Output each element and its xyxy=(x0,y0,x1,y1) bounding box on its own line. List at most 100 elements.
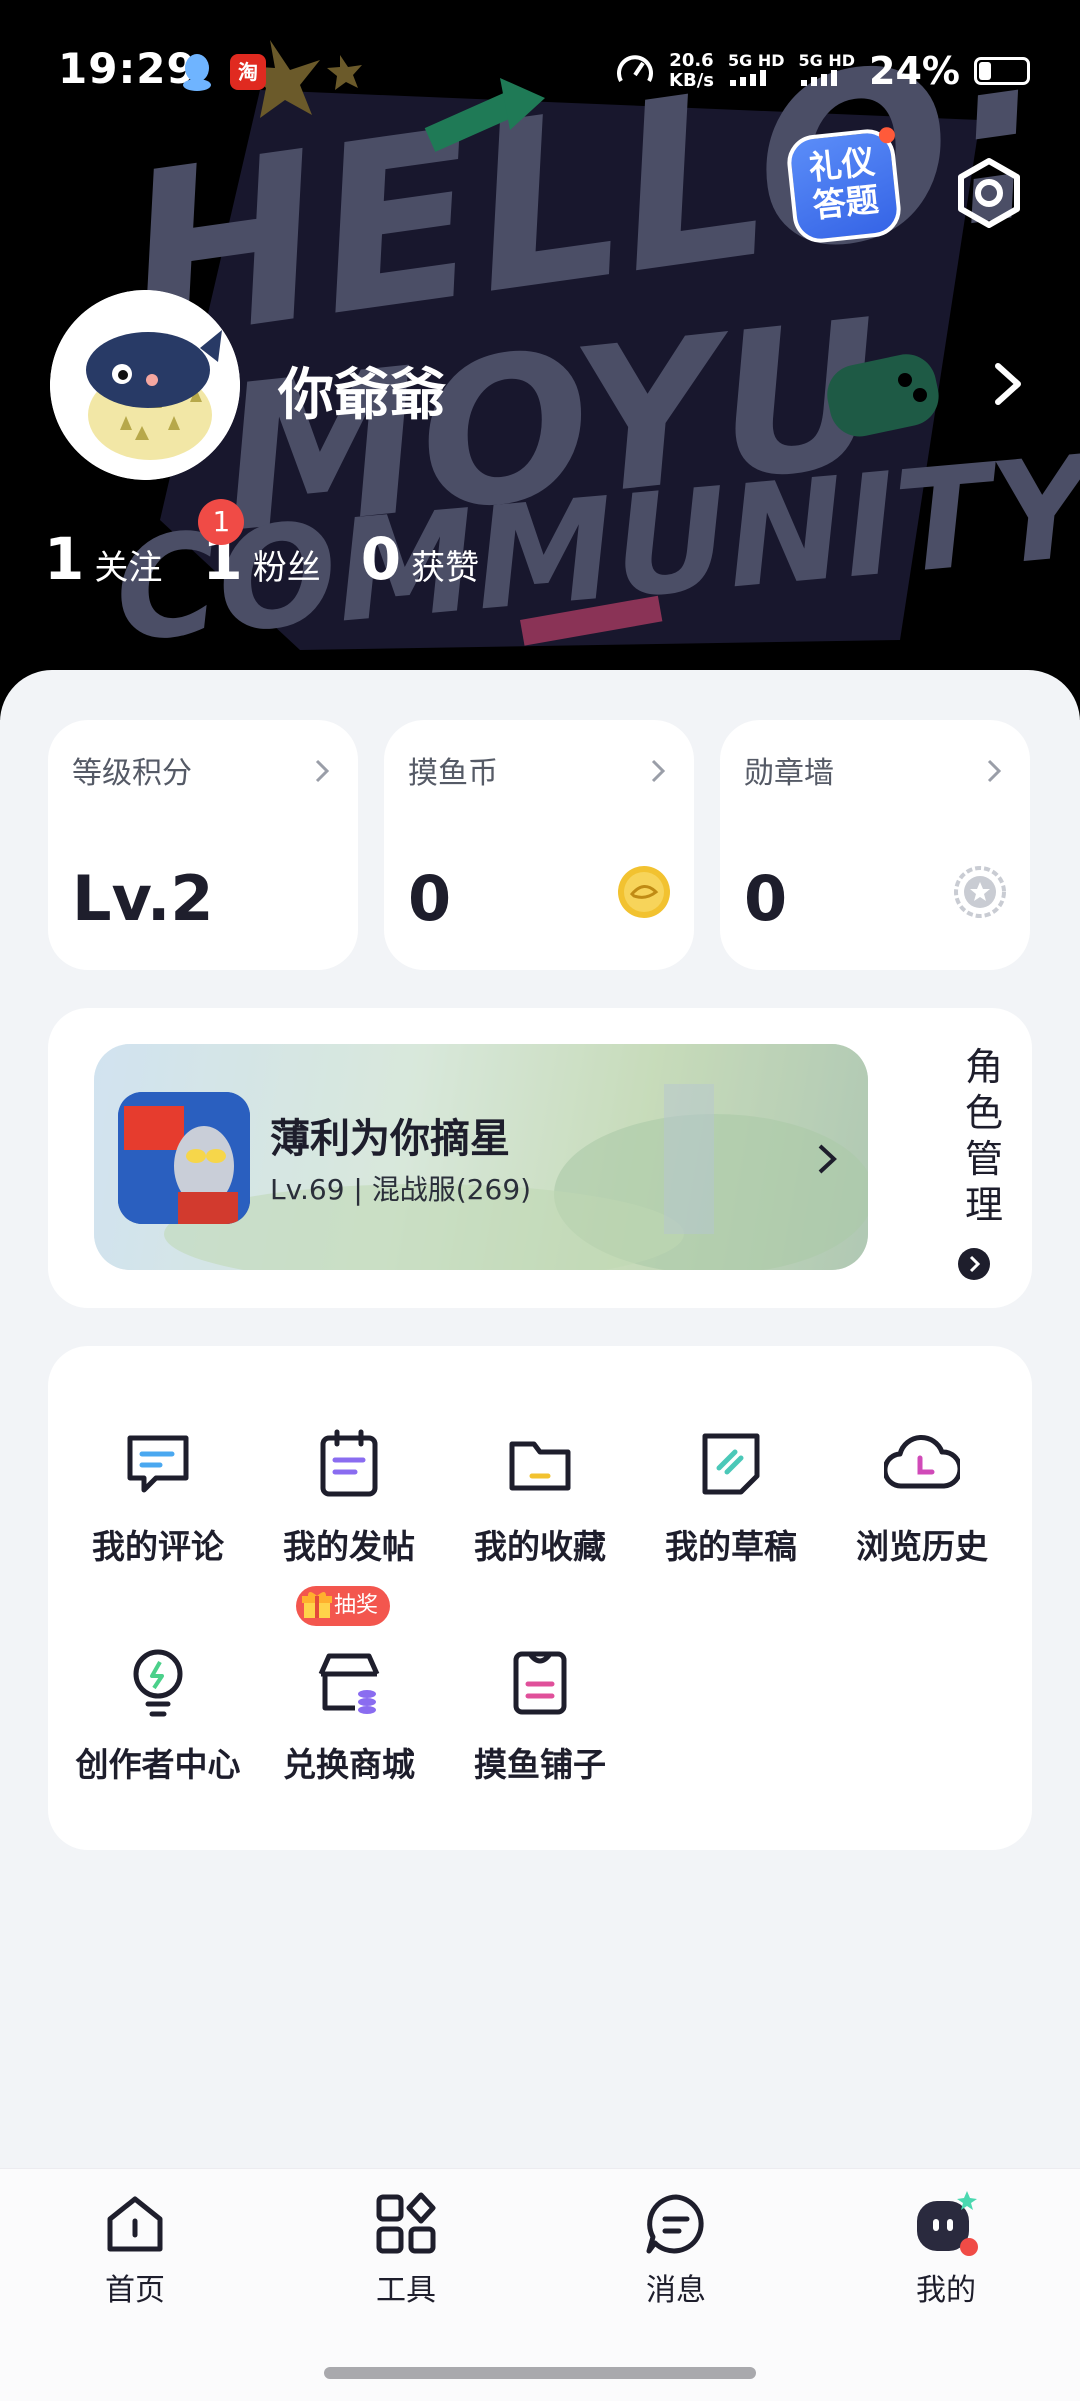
status-right-group: 20.6 KB/s 5G HD 5G HD 24% xyxy=(615,46,1030,96)
menu-label: 创作者中心 xyxy=(75,1745,241,1784)
following-label: 关注 xyxy=(94,548,163,588)
role-manage-button[interactable]: 角 色 管 理 xyxy=(954,1044,1014,1228)
creator-bulb-icon xyxy=(133,1649,183,1717)
role-manage-char: 管 xyxy=(964,1137,1003,1181)
signal-bars-icon xyxy=(730,70,766,86)
medal-wall-value: 0 xyxy=(744,862,788,935)
moyu-coin-value: 0 xyxy=(408,862,452,935)
network-speed-value: 20.6 xyxy=(669,50,714,71)
menu-moyu-shop[interactable]: 摸鱼铺子 xyxy=(450,1644,630,1786)
profile-avatar-icon xyxy=(917,2191,978,2256)
chevron-right-icon[interactable] xyxy=(988,362,1028,406)
profile-stats: 1 关注 1 1 粉丝 0 获赞 xyxy=(44,499,519,595)
nav-mine[interactable]: 我的 xyxy=(876,2191,1016,2309)
menu-my-drafts[interactable]: 我的草稿 xyxy=(641,1426,821,1568)
nav-tools[interactable]: 工具 xyxy=(336,2191,476,2309)
pufferfish-avatar-image xyxy=(50,290,240,480)
battery-percent: 24% xyxy=(869,49,960,93)
settings-icon[interactable] xyxy=(952,156,1026,230)
nav-messages[interactable]: 消息 xyxy=(606,2191,746,2309)
menu-creator-center[interactable]: 创作者中心 xyxy=(68,1644,248,1786)
menu-label: 我的评论 xyxy=(92,1527,224,1566)
network-speed-unit: KB/s xyxy=(669,70,714,91)
following-stat[interactable]: 1 关注 xyxy=(44,525,162,593)
game-role-card: 薄利为你摘星 Lv.69 | 混战服(269) 角 色 管 理 xyxy=(48,1008,1032,1308)
moyu-coin-title: 摸鱼币 xyxy=(408,756,498,791)
following-count: 1 xyxy=(44,525,85,593)
menu-browse-history[interactable]: 浏览历史 xyxy=(832,1426,1012,1568)
level-points-card[interactable]: 等级积分 Lv.2 xyxy=(48,720,358,970)
role-banner[interactable]: 薄利为你摘星 Lv.69 | 混战服(269) xyxy=(94,1044,868,1270)
main-content: 等级积分 Lv.2 摸鱼币 0 勋章墙 0 薄利为你摘星 Lv.69 | 混战服… xyxy=(0,670,1080,2170)
moyu-coin-card[interactable]: 摸鱼币 0 xyxy=(384,720,694,970)
speedometer-icon xyxy=(617,55,653,82)
likes-stat[interactable]: 0 获赞 xyxy=(361,525,479,593)
role-name: 薄利为你摘星 xyxy=(270,1116,510,1162)
comment-icon xyxy=(127,1435,189,1493)
level-value: Lv.2 xyxy=(72,862,214,935)
network-sim2: 5G HD xyxy=(798,51,856,90)
chevron-right-icon xyxy=(315,759,330,783)
menu-label: 摸鱼铺子 xyxy=(474,1745,606,1784)
medal-wall-title: 勋章墙 xyxy=(744,756,834,791)
likes-count: 0 xyxy=(360,525,402,593)
network-sim1: 5G HD xyxy=(728,52,785,90)
status-bar: 19:29 淘 20.6 KB/s 5G HD 5G HD 24% xyxy=(0,0,1080,150)
role-level-server: Lv.69 | 混战服(269) xyxy=(270,1173,532,1206)
role-manage-char: 色 xyxy=(964,1091,1003,1135)
lottery-tag: 抽奖 xyxy=(296,1586,390,1626)
battery-icon xyxy=(974,57,1030,85)
nav-label: 消息 xyxy=(646,2273,706,2308)
avatar[interactable] xyxy=(50,290,240,480)
chevron-right-icon xyxy=(651,759,666,783)
nav-label: 工具 xyxy=(376,2273,436,2308)
menu-label: 我的草稿 xyxy=(665,1527,797,1566)
arrow-circle-icon[interactable] xyxy=(958,1248,990,1280)
menu-my-favorites[interactable]: 我的收藏 xyxy=(450,1426,630,1568)
menu-label: 我的发帖 xyxy=(283,1527,415,1566)
network-sim2-label: 5G HD xyxy=(798,51,856,70)
coin-icon xyxy=(618,866,670,918)
signal-bars-icon xyxy=(800,70,837,86)
profile-header: HELLO: MOYU COMMUNITY 19:29 淘 20.6 KB/s xyxy=(0,0,1080,720)
draft-icon xyxy=(702,1433,760,1495)
level-points-title: 等级积分 xyxy=(72,756,192,791)
menu-label: 我的收藏 xyxy=(474,1527,606,1566)
nav-home[interactable]: 首页 xyxy=(65,2191,205,2309)
chevron-right-icon xyxy=(987,759,1002,783)
tools-icon xyxy=(376,2192,436,2254)
feature-menu-card: 我的评论 我的发帖 我的收藏 我的草稿 浏览历史 创作者中心 兑换商城 摸鱼铺子 xyxy=(48,1346,1032,1850)
shop-icon xyxy=(318,1653,380,1714)
nav-label: 首页 xyxy=(105,2273,165,2308)
battery-fill xyxy=(979,62,991,80)
network-speed: 20.6 KB/s xyxy=(669,51,714,91)
medal-icon xyxy=(954,866,1006,918)
home-indicator[interactable] xyxy=(324,2367,756,2379)
message-icon xyxy=(646,2194,704,2254)
bag-icon xyxy=(513,1651,567,1715)
chevron-right-icon xyxy=(818,1144,837,1174)
username[interactable]: 你爺爺 xyxy=(278,350,446,431)
menu-exchange-mall[interactable]: 兑换商城 xyxy=(259,1644,439,1786)
role-manage-char: 理 xyxy=(964,1183,1003,1227)
taobao-icon: 淘 xyxy=(230,54,266,90)
menu-my-posts[interactable]: 我的发帖 xyxy=(259,1426,439,1568)
gift-icon xyxy=(302,1592,332,1618)
nav-label: 我的 xyxy=(916,2273,976,2308)
game-app-icon xyxy=(118,1092,250,1224)
menu-label: 兑换商城 xyxy=(283,1745,415,1784)
qq-icon xyxy=(183,54,211,91)
lottery-label: 抽奖 xyxy=(333,1593,378,1618)
post-icon xyxy=(320,1429,378,1497)
fans-label: 粉丝 xyxy=(252,548,321,588)
fans-stat[interactable]: 1 1 粉丝 xyxy=(198,499,321,593)
menu-label: 浏览历史 xyxy=(856,1527,988,1566)
network-sim1-label: 5G HD xyxy=(728,51,785,70)
etiquette-quiz-button[interactable]: 礼仪 答题 xyxy=(784,126,904,246)
role-manage-char: 角 xyxy=(964,1045,1003,1089)
medal-wall-card[interactable]: 勋章墙 0 xyxy=(720,720,1030,970)
ultraman-icon xyxy=(118,1092,250,1224)
menu-my-comments[interactable]: 我的评论 xyxy=(68,1426,248,1568)
likes-label: 获赞 xyxy=(411,548,480,588)
history-icon xyxy=(884,1434,960,1489)
